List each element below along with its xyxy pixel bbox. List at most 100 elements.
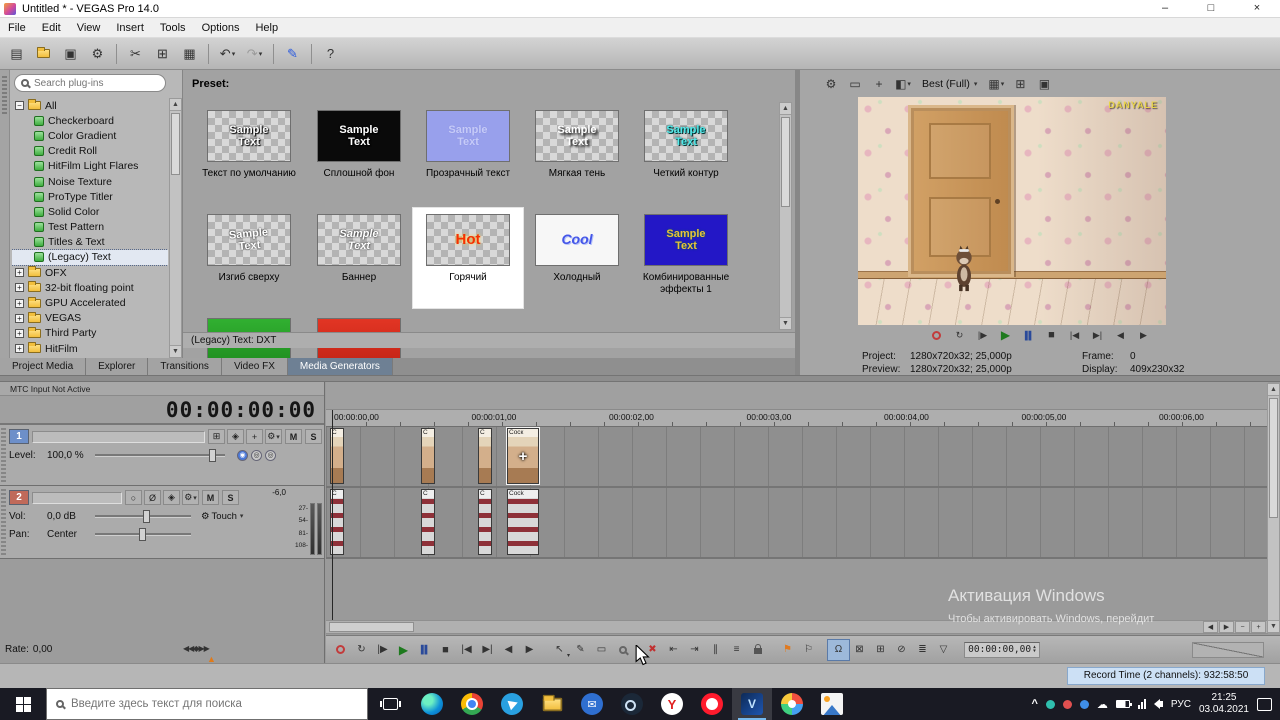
track-number[interactable]: 1: [9, 429, 29, 444]
scroll-right-icon[interactable]: ▶: [1219, 621, 1234, 633]
tray-app-icon-red[interactable]: [1062, 699, 1072, 709]
project-properties-button[interactable]: ⚙: [85, 42, 110, 66]
timecode-spinner[interactable]: ▲ ▼: [1033, 645, 1036, 654]
expander-icon[interactable]: +: [15, 298, 24, 308]
enable-snapping-button[interactable]: Ω: [827, 638, 850, 661]
minimize-button[interactable]: –: [1142, 0, 1188, 17]
taskbar-yandex-browser[interactable]: Y: [652, 688, 692, 720]
loop-button[interactable]: ↻: [351, 640, 372, 660]
auto-ripple-button[interactable]: ⊠: [849, 640, 870, 660]
envelope-edit-tool-button[interactable]: ✎: [570, 640, 591, 660]
prev-frame-button[interactable]: ◀: [1111, 326, 1131, 344]
tab-explorer[interactable]: Explorer: [86, 358, 149, 375]
taskbar-opera[interactable]: [692, 688, 732, 720]
record-button[interactable]: [330, 640, 351, 660]
trim-start-button[interactable]: ⇤: [663, 640, 684, 660]
track-name-field[interactable]: [32, 430, 205, 443]
ripple-edit-button[interactable]: ≡: [726, 640, 747, 660]
bluetooth-icon[interactable]: [1079, 699, 1089, 709]
lock-event-button[interactable]: [747, 640, 768, 660]
automation-led[interactable]: ◉: [237, 449, 248, 461]
volume-icon[interactable]: [1153, 699, 1163, 709]
maximize-button[interactable]: □: [1188, 0, 1234, 17]
time-ruler[interactable]: 00:00:00,00 00:00:01,00 00:00:02,00 00:00:0…: [326, 410, 1268, 427]
insert-marker-button[interactable]: ⚑: [777, 640, 798, 660]
expander-icon[interactable]: +: [15, 283, 24, 293]
scroll-down-icon[interactable]: ▼: [1268, 620, 1279, 632]
play-button[interactable]: ▶: [996, 326, 1016, 344]
tree-item-ofx[interactable]: + OFX: [12, 265, 168, 280]
solo-button[interactable]: S: [305, 429, 322, 444]
taskbar-edge[interactable]: [412, 688, 452, 720]
video-output-fx-button[interactable]: ⚙: [822, 74, 840, 94]
tree-item-gpu-accelerated[interactable]: + GPU Accelerated: [12, 295, 168, 310]
zoom-out-icon[interactable]: −: [1235, 621, 1250, 633]
open-project-button[interactable]: [31, 42, 56, 66]
pan-crop-button[interactable]: +: [246, 429, 263, 444]
mute-button[interactable]: M: [285, 429, 302, 444]
track-fx-button[interactable]: ◈: [163, 490, 180, 505]
network-icon[interactable]: [1137, 699, 1146, 709]
ignore-event-grouping-button[interactable]: ⊘: [891, 640, 912, 660]
menu-tools[interactable]: Tools: [152, 18, 194, 38]
tree-item-noise-texture[interactable]: Noise Texture: [12, 174, 168, 189]
preset-комбинированные-эффекты-1[interactable]: Sample Text Комбинированные эффекты 1: [636, 214, 736, 295]
trim-end-button[interactable]: ⇥: [684, 640, 705, 660]
video-track-header[interactable]: 1 ⊞ ◈ + ⚙ ▾ M S Level: 100,0 % ◉ ◎ ◎: [0, 425, 324, 486]
zoom-edit-tool-button[interactable]: [612, 640, 633, 660]
automation-mode-dropdown[interactable]: ⚙ Touch ▾: [201, 511, 243, 522]
menu-help[interactable]: Help: [247, 18, 286, 38]
go-to-end-button[interactable]: ▶|: [477, 640, 498, 660]
action-center-icon[interactable]: [1257, 697, 1272, 711]
insert-region-button[interactable]: ⚐: [798, 640, 819, 660]
tree-item-color-gradient[interactable]: Color Gradient: [12, 128, 168, 143]
bypass-led[interactable]: ◎: [265, 449, 276, 461]
lock-envelopes-button[interactable]: ⊞: [870, 640, 891, 660]
level-slider[interactable]: [95, 448, 225, 462]
tree-item-all[interactable]: − All: [12, 98, 168, 113]
go-to-end-button[interactable]: ▶|: [1088, 326, 1108, 344]
normal-edit-tool-button[interactable]: ↖ ▾: [549, 640, 570, 660]
scroll-down-icon[interactable]: ▼: [170, 345, 181, 357]
taskbar-steam[interactable]: [612, 688, 652, 720]
tab-media-generators[interactable]: Media Generators: [287, 358, 393, 375]
expander-icon[interactable]: −: [15, 101, 24, 111]
audio-event[interactable]: С: [478, 489, 492, 555]
tree-item-protype-titler[interactable]: ProType Titler: [12, 189, 168, 204]
mute-button[interactable]: M: [202, 490, 219, 505]
automation-settings-button[interactable]: ⚙ ▾: [265, 429, 282, 444]
automation-settings-button[interactable]: ⚙ ▾: [182, 490, 199, 505]
video-track-lane[interactable]: С С С Соск +: [326, 427, 1268, 488]
metronome-button[interactable]: ▽: [933, 640, 954, 660]
pause-button[interactable]: ▌▌: [414, 640, 435, 660]
track-number[interactable]: 2: [9, 490, 29, 505]
video-event[interactable]: С: [421, 428, 435, 484]
tree-item-test-pattern[interactable]: Test Pattern: [12, 220, 168, 235]
marker-bar[interactable]: [326, 382, 1268, 410]
video-event[interactable]: Соск +: [506, 427, 540, 485]
solo-button[interactable]: S: [222, 490, 239, 505]
taskbar-chrome[interactable]: [452, 688, 492, 720]
onedrive-cloud-icon[interactable]: ☁: [1097, 698, 1108, 711]
copy-snapshot-button[interactable]: ⊞: [1011, 74, 1029, 94]
scroll-up-icon[interactable]: ▲: [170, 99, 181, 111]
external-monitor-button[interactable]: ▭: [846, 74, 864, 94]
timeline-v-scrollbar[interactable]: ▲ ▼: [1267, 383, 1280, 633]
overlays-button[interactable]: ▦ ▾: [987, 74, 1005, 94]
menu-insert[interactable]: Insert: [108, 18, 152, 38]
transport-timecode[interactable]: 00:00:00,00 ▲ ▼: [964, 641, 1040, 658]
track-name-field[interactable]: [32, 491, 122, 504]
tree-item-titles-text[interactable]: Titles & Text: [12, 235, 168, 250]
preset-мягкая-тень[interactable]: Sample Text Мягкая тень: [527, 110, 627, 180]
next-frame-button[interactable]: ▶: [519, 640, 540, 660]
scrollbar-thumb[interactable]: [171, 113, 180, 175]
expander-icon[interactable]: +: [15, 344, 24, 354]
plugin-search-input[interactable]: [34, 77, 159, 89]
volume-slider[interactable]: [95, 509, 191, 523]
tab-video-fx[interactable]: Video FX: [221, 358, 288, 375]
tab-transitions[interactable]: Transitions: [148, 358, 222, 375]
audio-track-lane[interactable]: С С С Cock: [326, 488, 1268, 559]
tree-item-32-bit-floating-point[interactable]: +32-bit floating point: [12, 280, 168, 295]
pause-button[interactable]: ▌▌: [1019, 326, 1039, 344]
taskbar-browser[interactable]: [772, 688, 812, 720]
